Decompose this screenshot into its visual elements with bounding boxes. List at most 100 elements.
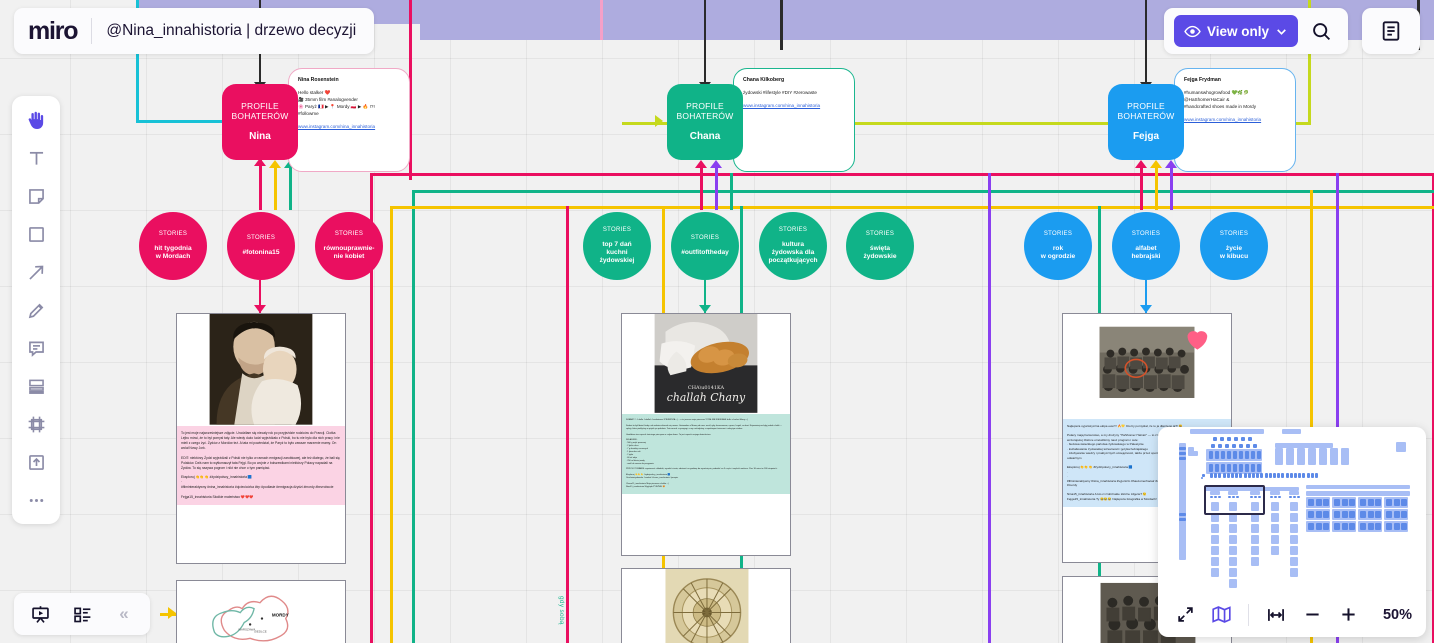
text-tool[interactable] xyxy=(19,142,53,174)
connector-arrowhead xyxy=(699,305,711,313)
minimap-block xyxy=(1285,473,1289,478)
minimap-block xyxy=(1215,451,1219,459)
minimap-block xyxy=(1253,444,1257,448)
pen-icon xyxy=(26,300,47,321)
connector-tool[interactable] xyxy=(19,256,53,288)
post-card-nina[interactable]: To jest moje najwcześniejsze zdjęcie. Ur… xyxy=(176,313,346,564)
map-button[interactable] xyxy=(1204,600,1238,630)
story-node[interactable]: STORIES top 7 dań kuchni żydowskiej xyxy=(583,212,651,280)
minimap-block xyxy=(1268,473,1272,478)
view-only-button[interactable]: View only xyxy=(1173,15,1298,47)
profile-node-fejga[interactable]: PROFILE BOHATERÓW Fejga xyxy=(1108,84,1184,160)
minimap-block xyxy=(1270,491,1280,495)
bio-card-nina[interactable]: Nina Rosenstein Hello stalker ❤️ 🎥 35mm … xyxy=(288,68,410,172)
search-button[interactable] xyxy=(1304,14,1338,48)
sticky-note-tool[interactable] xyxy=(19,180,53,212)
minimap-block xyxy=(1209,451,1213,459)
minimap-block xyxy=(1375,499,1382,506)
notes-panel-group[interactable] xyxy=(1362,8,1420,54)
minimap-viewport[interactable] xyxy=(1204,485,1265,515)
minimap-block xyxy=(1179,518,1186,521)
post-body-chana: SZABAT 🕯🕯🕯 #challa #challah #szabatowa #… xyxy=(622,414,790,494)
notes-panel-icon[interactable] xyxy=(1380,20,1402,42)
minimap-block xyxy=(1308,499,1314,506)
minimap-block xyxy=(1393,523,1400,530)
minimap-block xyxy=(1330,448,1338,465)
minimap-canvas[interactable] xyxy=(1158,427,1426,592)
minimap-block xyxy=(1271,535,1279,544)
comment-tool[interactable] xyxy=(19,332,53,364)
fullscreen-button[interactable] xyxy=(1168,600,1202,630)
story-label: STORIES xyxy=(602,227,632,234)
story-node[interactable]: STORIES hit tygodnia w Mordach xyxy=(139,212,207,280)
post-photo-clock xyxy=(622,569,790,643)
upload-tool[interactable] xyxy=(19,446,53,478)
profile-node-nina[interactable]: PROFILE BOHATERÓW Nina xyxy=(222,84,298,160)
in-chana-purple xyxy=(715,166,718,210)
minimap-block xyxy=(1201,477,1203,479)
fit-to-width-button[interactable] xyxy=(1259,600,1293,630)
minimap-block xyxy=(1211,546,1219,555)
minimap-panel[interactable]: 50% xyxy=(1158,427,1426,637)
template-tool[interactable] xyxy=(19,370,53,402)
story-node[interactable]: STORIES święta żydowskie xyxy=(846,212,914,280)
story-node[interactable]: STORIES #outfitoftheday xyxy=(671,212,739,280)
hand-tool[interactable] xyxy=(19,104,53,136)
more-tools[interactable] xyxy=(19,484,53,516)
pen-tool[interactable] xyxy=(19,294,53,326)
story-node[interactable]: STORIES życie w kibucu xyxy=(1200,212,1268,280)
post-card-clock[interactable] xyxy=(621,568,791,643)
bio-link[interactable]: www.instagram.com/nina_innahistoria xyxy=(298,124,400,129)
profile-title: PROFILE BOHATERÓW xyxy=(231,100,289,121)
minimap-block xyxy=(1278,496,1281,498)
profile-name: Fejga xyxy=(1132,130,1160,142)
story-node[interactable]: STORIES równouprawnie- nie kobiet xyxy=(315,212,383,280)
minimap-block xyxy=(1211,557,1219,566)
bio-body: Hello stalker ❤️ 🎥 35mm film #analogvend… xyxy=(298,90,375,117)
presentation-button[interactable] xyxy=(20,597,60,631)
minimap-block xyxy=(1302,473,1306,478)
minimap-block xyxy=(1275,448,1283,465)
post-card-map[interactable]: MORDY WARSZAWA SIEDLCE xyxy=(176,580,346,643)
bio-card-fejga[interactable]: Fejga Frydman #humanswhogrowfood 💚🌿🥬 @Ha… xyxy=(1174,68,1296,172)
connector-arrowhead xyxy=(168,607,176,619)
profile-node-chana[interactable]: PROFILE BOHATERÓW Chana xyxy=(667,84,743,160)
hand-icon xyxy=(25,109,47,131)
minimap-block xyxy=(1386,499,1392,506)
miro-logo[interactable]: miro xyxy=(28,18,79,44)
in-fejga-purple xyxy=(1170,166,1173,210)
zoom-in-button[interactable] xyxy=(1331,600,1365,630)
minimap-block xyxy=(1290,546,1298,555)
board-title[interactable]: @Nina_innahistoria | drzewo decyzji xyxy=(106,22,356,40)
zoom-level-label[interactable]: 50% xyxy=(1383,607,1416,623)
minimap-block xyxy=(1297,496,1300,498)
minimap-block xyxy=(1341,448,1349,465)
bio-link[interactable]: www.instagram.com/nina_innahistoria xyxy=(743,103,845,108)
minimap-block xyxy=(1334,523,1340,530)
bio-card-chana[interactable]: Chana Kilkoberg żydowski #lifestyle #DIY… xyxy=(733,68,855,172)
zoom-out-button[interactable] xyxy=(1295,600,1329,630)
story-label: STORIES xyxy=(246,234,276,241)
minimap-block xyxy=(1323,523,1330,530)
story-node[interactable]: STORIES alfabet hebrajski xyxy=(1112,212,1180,280)
miro-canvas[interactable]: PROFILE BOHATERÓW Nina Nina Rosenstein H… xyxy=(0,0,1434,643)
left-toolbar xyxy=(12,96,60,524)
post-card-chana[interactable]: CHA\u0141KA challah Chany SZABAT 🕯🕯🕯 #ch… xyxy=(621,313,791,556)
outline-button[interactable] xyxy=(62,597,102,631)
minimap-block xyxy=(1306,473,1310,478)
collapse-button[interactable]: « xyxy=(104,597,144,631)
story-node[interactable]: STORIES rok w ogrodzie xyxy=(1024,212,1092,280)
minimap-block xyxy=(1251,524,1259,533)
story-node[interactable]: STORIES #fotonina15 xyxy=(227,212,295,280)
minimap-block xyxy=(1247,473,1251,478)
bio-link[interactable]: www.instagram.com/nina_innahistoria xyxy=(1184,117,1286,122)
minimap-block xyxy=(1401,523,1408,530)
minimap-block xyxy=(1375,511,1382,518)
minimap-block xyxy=(1323,499,1330,506)
minimap-block xyxy=(1289,491,1299,495)
story-node[interactable]: STORIES kultura żydowska dla początkujący… xyxy=(759,212,827,280)
shape-tool[interactable] xyxy=(19,218,53,250)
in-fejga-yellow xyxy=(1155,166,1158,210)
minimap-block xyxy=(1273,473,1276,478)
frame-tool[interactable] xyxy=(19,408,53,440)
